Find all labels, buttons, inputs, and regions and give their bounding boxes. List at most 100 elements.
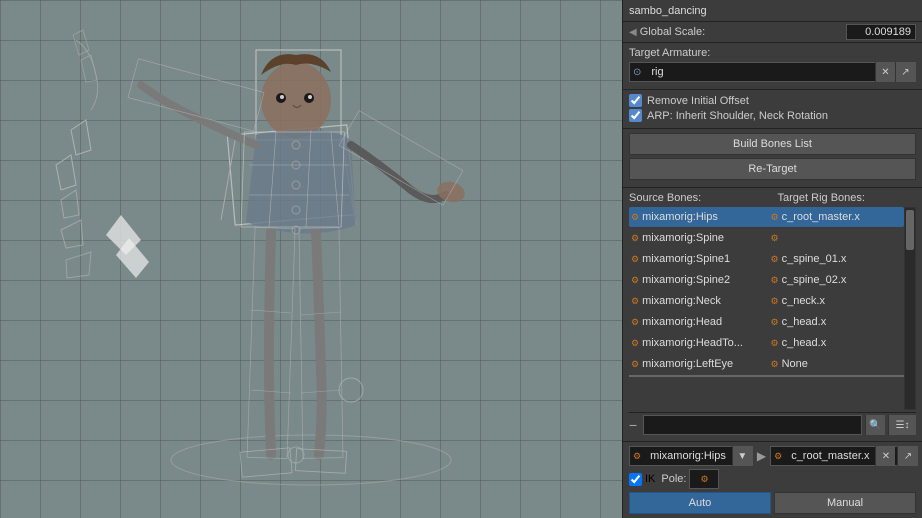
bone-source-name: mixamorig:Spine2 [642, 274, 730, 286]
remove-offset-row[interactable]: Remove Initial Offset [629, 94, 916, 107]
main-buttons-section: Build Bones List Re-Target [623, 129, 922, 188]
retarget-target-field[interactable]: ⚙ c_root_master.x ✕ ↗ [770, 446, 918, 466]
bone-target-name: c_head.x [782, 316, 827, 328]
bones-toolbar: − 🔍 ☰↕ [629, 412, 916, 437]
retarget-source-dropdown[interactable]: ▼ [732, 446, 752, 466]
bone-source-icon: ⚙ [631, 359, 639, 370]
bone-source-name: mixamorig:Spine1 [642, 253, 730, 265]
global-scale-row: ◀ Global Scale: 0.009189 [623, 22, 922, 43]
retarget-clear-btn[interactable]: ✕ [875, 446, 895, 466]
retarget-browse-btn[interactable]: ↗ [897, 446, 917, 466]
bone-source-name: mixamorig:HeadTo... [642, 337, 743, 349]
bones-search-input[interactable] [643, 415, 862, 435]
source-bones-header: Source Bones: [629, 192, 768, 204]
bone-row[interactable]: ⚙ mixamorig:Neck ⚙ c_neck.x [629, 291, 904, 311]
arp-inherit-checkbox[interactable] [629, 109, 642, 122]
bone-row[interactable]: ⚙ mixamorig:LeftEye ⚙ None [629, 354, 904, 374]
target-bones-header: Target Rig Bones: [768, 192, 917, 204]
arp-inherit-label: ARP: Inherit Shoulder, Neck Rotation [647, 110, 828, 122]
source-bone-icon: ⚙ [630, 451, 644, 462]
bones-list: ⚙ mixamorig:Hips ⚙ c_root_master.x ⚙ mix… [629, 207, 904, 410]
bone-target-icon: ⚙ [771, 338, 779, 349]
bone-row[interactable]: ⚙ mixamorig:Spine2 ⚙ c_spine_02.x [629, 270, 904, 290]
target-armature-value: rig [647, 66, 875, 78]
global-scale-label: Global Scale: [640, 26, 846, 38]
bone-row[interactable]: ⚙ mixamorig:HeadTo... ⚙ c_head.x [629, 333, 904, 353]
bone-source-icon: ⚙ [631, 338, 639, 349]
bone-target-icon: ⚙ [771, 275, 779, 286]
bone-target-icon: ⚙ [771, 212, 779, 223]
ik-label: IK [645, 473, 655, 485]
bone-target-icon: ⚙ [771, 296, 779, 307]
retarget-target-text: c_root_master.x [787, 450, 873, 462]
bone-target-icon: ⚙ [771, 359, 779, 370]
remove-offset-checkbox[interactable] [629, 94, 642, 107]
pole-wrap: Pole: ⚙ [661, 469, 719, 489]
collapse-icon: ◀ [629, 27, 637, 38]
bone-source-icon: ⚙ [631, 296, 639, 307]
bone-target-icon: ⚙ [771, 233, 779, 244]
bones-scrollbar[interactable] [904, 207, 916, 410]
bone-source-name: mixamorig:Hips [642, 211, 718, 223]
animation-name-label: sambo_dancing [629, 5, 707, 17]
build-bones-btn[interactable]: Build Bones List [629, 133, 916, 155]
bone-row[interactable]: ⚙ mixamorig:Spine1 ⚙ c_spine_01.x [629, 249, 904, 269]
bones-search-btn[interactable]: 🔍 [865, 415, 885, 435]
bone-target-icon: ⚙ [771, 317, 779, 328]
browse-armature-btn[interactable]: ↗ [895, 62, 915, 82]
bone-target-name: c_head.x [782, 337, 827, 349]
retarget-source-field[interactable]: ⚙ mixamorig:Hips ▼ [629, 446, 753, 466]
bone-target-name: c_neck.x [782, 295, 825, 307]
retarget-mapping-row: ⚙ mixamorig:Hips ▼ ▶ ⚙ c_root_master.x ✕… [629, 446, 916, 466]
bone-source-name: mixamorig:Neck [642, 295, 721, 307]
bone-target-name: c_spine_02.x [782, 274, 847, 286]
pole-label: Pole: [661, 473, 686, 485]
retarget-source-text: mixamorig:Hips [646, 450, 730, 462]
retarget-btn[interactable]: Re-Target [629, 158, 916, 180]
target-armature-section: Target Armature: ⊙ rig ✕ ↗ [623, 43, 922, 90]
target-bone-icon: ⚙ [771, 451, 785, 462]
bone-row[interactable]: ⚙ mixamorig:Head ⚙ c_head.x [629, 312, 904, 332]
ik-checkbox[interactable] [629, 473, 642, 486]
bone-source-name: mixamorig:Head [642, 316, 722, 328]
mapping-arrow-icon: ▶ [757, 449, 766, 463]
auto-manual-buttons: Auto Manual [629, 492, 916, 514]
viewport-3d[interactable] [0, 0, 622, 518]
pole-field[interactable]: ⚙ [689, 469, 719, 489]
bone-target-name: None [782, 358, 808, 370]
bone-source-icon: ⚙ [631, 275, 639, 286]
bone-source-icon: ⚙ [631, 317, 639, 328]
bones-options-btn[interactable]: ☰↕ [888, 415, 916, 435]
bone-source-name: mixamorig:LeftEye [642, 358, 733, 370]
bone-source-icon: ⚙ [631, 212, 639, 223]
manual-btn[interactable]: Manual [774, 492, 916, 514]
target-armature-label: Target Armature: [629, 47, 719, 59]
bone-row[interactable]: ⚙ mixamorig:Hips ⚙ c_root_master.x [629, 207, 904, 227]
bone-source-icon: ⚙ [631, 254, 639, 265]
arp-inherit-row[interactable]: ARP: Inherit Shoulder, Neck Rotation [629, 109, 916, 122]
armature-icon: ⊙ [630, 67, 644, 78]
scrollbar-thumb[interactable] [906, 210, 914, 250]
clear-armature-btn[interactable]: ✕ [875, 62, 895, 82]
right-panel: sambo_dancing ◀ Global Scale: 0.009189 T… [622, 0, 922, 518]
character-wireframe [0, 0, 622, 518]
remove-bone-btn[interactable]: − [629, 417, 637, 433]
bones-separator [629, 375, 904, 377]
retarget-bottom-section: ⚙ mixamorig:Hips ▼ ▶ ⚙ c_root_master.x ✕… [623, 441, 922, 518]
panel-top-strip: sambo_dancing [623, 0, 922, 22]
bone-source-icon: ⚙ [631, 233, 639, 244]
bone-target-icon: ⚙ [771, 254, 779, 265]
bones-headers: Source Bones: Target Rig Bones: [629, 192, 916, 204]
bone-source-name: mixamorig:Spine [642, 232, 724, 244]
global-scale-value[interactable]: 0.009189 [846, 24, 916, 40]
bone-target-name: c_spine_01.x [782, 253, 847, 265]
bone-target-name: c_root_master.x [782, 211, 860, 223]
bone-row[interactable]: ⚙ mixamorig:Spine ⚙ [629, 228, 904, 248]
bones-section: Source Bones: Target Rig Bones: ⚙ mixamo… [623, 188, 922, 441]
target-armature-field[interactable]: ⊙ rig ✕ ↗ [629, 62, 916, 82]
ik-pole-row: IK Pole: ⚙ [629, 469, 916, 489]
pole-bone-icon: ⚙ [700, 474, 708, 485]
auto-btn[interactable]: Auto [629, 492, 771, 514]
options-section: Remove Initial Offset ARP: Inherit Shoul… [623, 90, 922, 129]
ik-checkbox-wrap[interactable]: IK [629, 473, 655, 486]
